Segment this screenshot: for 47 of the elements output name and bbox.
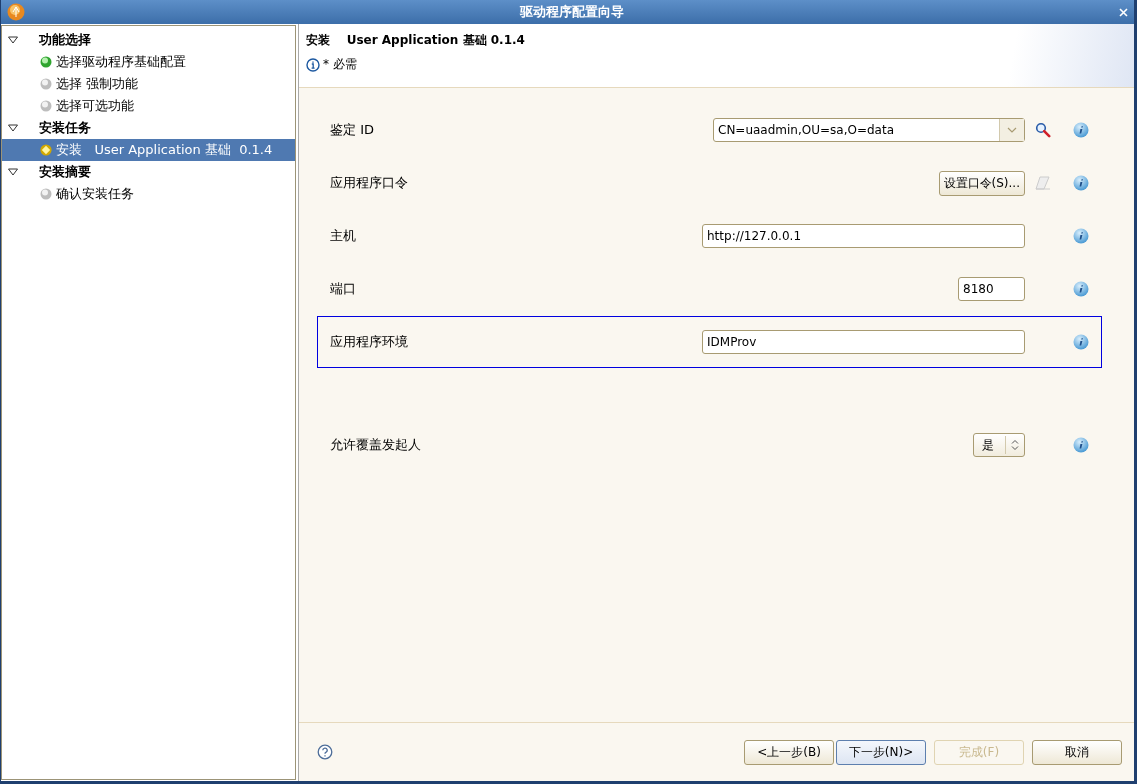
help-icon[interactable] <box>317 744 333 760</box>
status-dot-icon <box>40 100 52 112</box>
info-icon[interactable] <box>1073 175 1089 191</box>
expanded-triangle-icon[interactable] <box>7 124 19 132</box>
status-dot-icon <box>40 78 52 90</box>
info-icon[interactable] <box>1073 437 1089 453</box>
tree-item[interactable]: 确认安装任务 <box>2 183 295 205</box>
field-label: 主机 <box>330 227 357 245</box>
close-icon[interactable] <box>1119 7 1128 17</box>
app-logo-icon <box>7 3 25 21</box>
wizard-button[interactable]: 取消 <box>1032 739 1122 765</box>
field-label: 端口 <box>330 280 357 298</box>
tree-group-label[interactable]: 功能选择 <box>39 31 91 49</box>
expanded-triangle-icon[interactable] <box>7 168 19 176</box>
yes-no-spinner[interactable]: 是 <box>973 433 1025 457</box>
wizard-button[interactable]: <上一步(B) <box>744 739 834 765</box>
diamond-status-icon <box>40 144 52 156</box>
info-icon[interactable] <box>1073 334 1089 350</box>
tree-item[interactable]: 选择 强制功能 <box>2 73 295 95</box>
id-combo-box[interactable]: CN=uaadmin,OU=sa,O=data <box>713 118 1025 142</box>
field-label: 鉴定 ID <box>330 121 375 139</box>
expanded-triangle-icon[interactable] <box>7 36 19 44</box>
chevron-down-icon <box>1007 127 1017 133</box>
info-icon[interactable] <box>1073 281 1089 297</box>
required-note: * 必需 <box>323 56 357 73</box>
field-label: 应用程序口令 <box>330 174 409 192</box>
set-password-button[interactable]: 设置口令(S)... <box>938 170 1025 196</box>
info-icon[interactable] <box>1073 228 1089 244</box>
info-icon <box>306 57 320 72</box>
input-field[interactable]: http://127.0.0.1 <box>702 224 1025 248</box>
tree-item[interactable]: 安装 User Application 基础 0.1.4 <box>2 139 295 161</box>
tree-item[interactable]: 选择可选功能 <box>2 95 295 117</box>
search-icon[interactable] <box>1035 122 1051 138</box>
info-icon[interactable] <box>1073 122 1089 138</box>
page-title: 安装 User Application 基础 0.1.4 <box>306 32 526 49</box>
port-field[interactable]: 8180 <box>958 277 1025 301</box>
tree-group-label[interactable]: 安装摘要 <box>39 163 91 181</box>
field-label: 允许覆盖发起人 <box>330 436 422 454</box>
window-title: 驱动程序配置向导 <box>518 3 625 21</box>
updown-icon <box>1011 439 1019 451</box>
status-dot-icon <box>40 56 52 68</box>
tree-group-label[interactable]: 安装任务 <box>39 119 91 137</box>
wizard-button[interactable]: 下一步(N)> <box>836 739 926 765</box>
status-dot-icon <box>40 188 52 200</box>
input-field[interactable]: IDMProv <box>702 330 1025 354</box>
tree-item[interactable]: 选择驱动程序基础配置 <box>2 51 295 73</box>
field-label: 应用程序环境 <box>330 333 409 351</box>
